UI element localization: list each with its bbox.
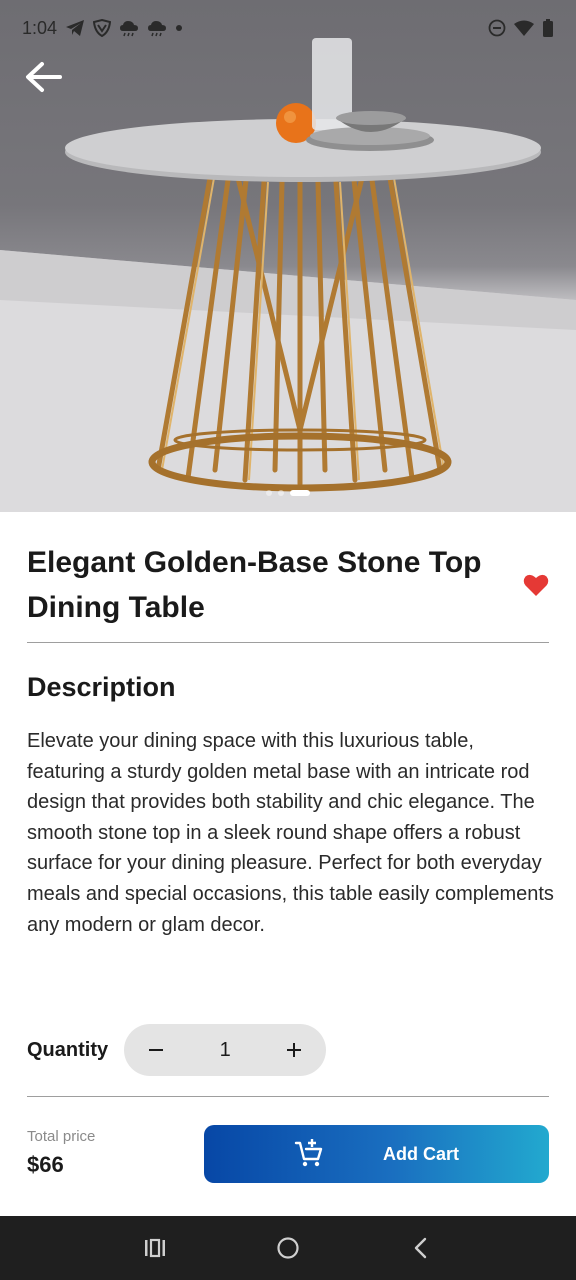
carousel-indicator	[0, 490, 576, 496]
add-cart-button[interactable]: Add Cart	[204, 1125, 549, 1183]
carousel-dot[interactable]	[278, 490, 284, 496]
carousel-dot[interactable]	[266, 490, 272, 496]
home-button[interactable]	[276, 1236, 300, 1260]
total-price-value: $66	[27, 1152, 64, 1177]
description-heading: Description	[27, 672, 176, 702]
plus-icon	[287, 1043, 302, 1057]
divider	[27, 1096, 549, 1097]
carousel-dot-active[interactable]	[290, 490, 310, 496]
recent-apps-button[interactable]	[143, 1236, 167, 1260]
back-button[interactable]	[22, 56, 66, 100]
product-header: Elegant Golden-Base Stone Top Dining Tab…	[27, 540, 549, 630]
dnd-icon	[488, 19, 506, 37]
product-title: Elegant Golden-Base Stone Top Dining Tab…	[27, 546, 482, 624]
cloud-icon	[148, 21, 167, 37]
arrow-left-icon	[26, 62, 62, 92]
favorite-heart-icon[interactable]	[523, 573, 549, 597]
quantity-label: Quantity	[27, 1038, 109, 1061]
dot-icon	[176, 25, 183, 31]
status-time: 1:04	[22, 17, 58, 38]
back-icon	[414, 1237, 427, 1259]
status-icons-left	[65, 19, 183, 37]
quantity-row: Quantity 1	[27, 1024, 327, 1076]
add-cart-icon	[294, 1139, 323, 1167]
home-icon	[277, 1237, 299, 1259]
increment-button[interactable]	[282, 1038, 306, 1062]
recent-apps-icon	[145, 1238, 165, 1258]
vpn-shield-icon	[93, 19, 112, 37]
status-icons-right	[488, 19, 554, 37]
status-bar: 1:04	[0, 0, 576, 56]
minus-icon	[149, 1049, 164, 1051]
wifi-icon	[514, 20, 534, 36]
product-image-carousel[interactable]: 1:04	[0, 0, 576, 512]
description-text: Elevate your dining space with this luxu…	[27, 730, 554, 936]
divider	[27, 642, 549, 643]
quantity-value: 1	[219, 1038, 231, 1061]
cloud-icon	[120, 21, 139, 37]
battery-icon	[543, 19, 553, 37]
decrement-button[interactable]	[144, 1038, 168, 1062]
telegram-icon	[66, 20, 85, 36]
system-navigation-bar	[0, 1216, 576, 1280]
add-cart-label: Add Cart	[383, 1144, 459, 1164]
quantity-stepper: 1	[124, 1024, 327, 1076]
total-price-label: Total price	[27, 1128, 96, 1145]
system-back-button[interactable]	[409, 1236, 433, 1260]
product-photo	[0, 38, 576, 512]
